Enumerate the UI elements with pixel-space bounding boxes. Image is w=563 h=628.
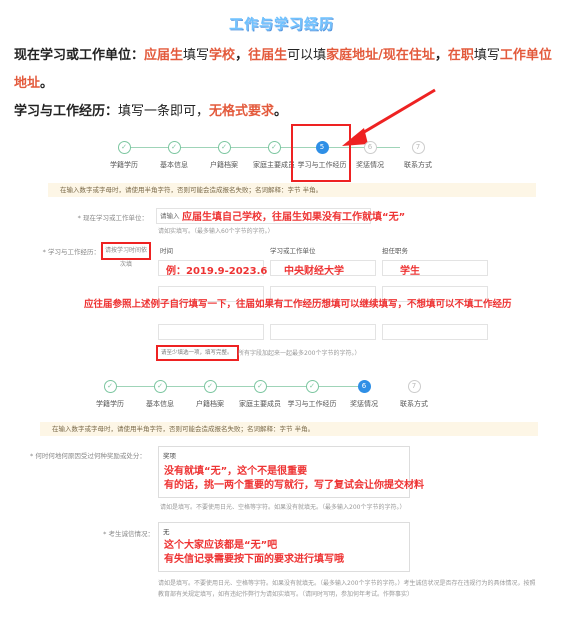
step-5[interactable]: ✓ 学习与工作经历 — [282, 380, 342, 409]
page-title: 工作与学习经历 — [229, 17, 334, 33]
unit-label: * 现在学习或工作单位： — [77, 214, 148, 222]
award-value: 奖项 — [163, 452, 176, 460]
step-label: 联系方式 — [404, 161, 432, 169]
check-icon: ✓ — [253, 380, 267, 393]
intro-line-1: 现在学习或工作单位：应届生填写学校，往届生可以填家庭地址/现在住址，在职填写工作… — [14, 42, 554, 69]
progress-steps-top: ✓ 学籍学历 ✓ 基本信息 ✓ 户籍档案 ✓ 家庭主要成员 5 学习与工作经历 6 奖惩情况… — [102, 141, 442, 181]
intro-line-3: 学习与工作经历：填写一条即可，无格式要求。 — [14, 98, 554, 125]
text-fresh-grad: 应届生 — [144, 48, 184, 63]
job-input-3[interactable] — [382, 324, 488, 340]
text-address-word: 地址 — [14, 76, 41, 91]
text-can-fill: 可以填 — [287, 48, 327, 63]
intro-label-exp: 学习与工作经历： — [14, 104, 119, 119]
check-icon: ✓ — [203, 380, 217, 393]
text-school: 学校 — [209, 48, 236, 63]
text-work-unit: 工作单位 — [499, 48, 552, 63]
step-label: 家庭主要成员 — [253, 161, 295, 169]
job-input-1[interactable] — [382, 260, 488, 276]
check-icon: ✓ — [167, 141, 181, 154]
annotation-example-unit: 中央财经大学 — [284, 266, 344, 277]
notice-banner-bottom: 在输入数字或字母时，请使用半角字符，否则可能会造成报名失败；名词解释：字节 半角… — [40, 422, 538, 436]
step-number: 7 — [407, 380, 421, 393]
unit-input-3[interactable] — [270, 324, 376, 340]
annotation-example-job: 学生 — [400, 266, 420, 277]
check-icon: ✓ — [305, 380, 319, 393]
experience-label: * 学习与工作经历： — [42, 248, 100, 256]
intro-line-2: 地址。 — [14, 70, 554, 97]
step-label: 户籍档案 — [210, 161, 238, 169]
notice-banner-top: 在输入数字或字母时，请使用半角字符，否则可能会造成报名失败；名词解释：字节 半角… — [48, 183, 536, 197]
column-unit: 学习或工作单位 — [270, 247, 316, 255]
step-label: 基本信息 — [146, 400, 174, 408]
text-one-entry: 填写一条即可， — [118, 104, 210, 119]
annotation-guide: 应往届参照上述例子自行填写一下，往届如果有工作经历想填可以继续填写，不想填可以不… — [84, 299, 512, 310]
integrity-hint: 请如是填写。不要使用日光、空格等字符。如果没有就填无。（最多输入200个字节的字… — [158, 580, 536, 598]
step-7[interactable]: 7 联系方式 — [388, 141, 448, 170]
text-no-format: 无格式要求 — [209, 104, 275, 119]
annotation-integrity-2: 有失信记录需要按下面的要求进行填写哦 — [164, 554, 344, 565]
column-job: 担任职务 — [382, 247, 408, 255]
check-icon: ✓ — [103, 380, 117, 393]
annotation-example-time: 例：2019.9-2023.6 — [166, 266, 268, 277]
experience-hint: 所有字段加起来一起最多200个字节的字符。） — [238, 350, 361, 357]
step-label: 基本信息 — [160, 161, 188, 169]
text-employed: 在职 — [447, 48, 474, 63]
step-label: 联系方式 — [400, 400, 428, 408]
check-icon: ✓ — [117, 141, 131, 154]
unit-hint: 请如实填写。（最多输入60个字节的字符。） — [158, 228, 274, 235]
check-icon: ✓ — [267, 141, 281, 154]
experience-hint-box: 请至少填选一项，填写完整。 — [156, 345, 239, 361]
step-label: 学籍学历 — [110, 161, 138, 169]
check-icon: ✓ — [217, 141, 231, 154]
unit-input-value: 请输入 — [160, 212, 180, 220]
annotation-unit: 应届生填自己学校，往届生如果没有工作就填“无” — [182, 212, 406, 223]
step-label: 家庭主要成员 — [239, 400, 281, 408]
text-comma: ， — [235, 48, 249, 63]
award-label: * 何时何地何原因受过何种奖励或处分： — [30, 452, 146, 460]
progress-steps-bottom: ✓ 学籍学历 ✓ 基本信息 ✓ 户籍档案 ✓ 家庭主要成员 ✓ 学习与工作经历 6 奖惩情况… — [80, 380, 460, 420]
highlight-box-current-step — [291, 124, 351, 182]
step-number: 7 — [411, 141, 425, 154]
text-past-grad: 往届生 — [248, 48, 288, 63]
step-label: 学习与工作经历 — [287, 400, 337, 408]
text-fill: 填写 — [183, 48, 210, 63]
text-period: 。 — [40, 76, 54, 91]
annotation-award-2: 有的话，挑一两个重要的写就行，写了复试会让你提交材料 — [164, 480, 424, 491]
step-label: 奖惩情况 — [356, 161, 384, 169]
annotation-award-1: 没有就填“无”，这个不是很重要 — [164, 466, 308, 477]
annotation-integrity-1: 这个大家应该都是“无”吧 — [164, 540, 278, 551]
text-period: 。 — [274, 104, 288, 119]
experience-order-tag: 请按学习时间依次填 — [101, 242, 151, 268]
text-address: 家庭地址/现在住址 — [326, 48, 435, 63]
text-fill: 填写 — [473, 48, 500, 63]
integrity-label: * 考生诚信情况： — [103, 530, 154, 538]
time-input-3[interactable] — [158, 324, 264, 340]
column-time: 时间 — [160, 247, 173, 255]
step-label: 户籍档案 — [196, 400, 224, 408]
text-comma: ， — [434, 48, 448, 63]
intro-label-unit: 现在学习或工作单位： — [14, 48, 145, 63]
step-4[interactable]: ✓ 家庭主要成员 — [230, 380, 290, 409]
step-number: 6 — [363, 141, 377, 154]
step-label: 奖惩情况 — [350, 400, 378, 408]
step-label: 学籍学历 — [96, 400, 124, 408]
step-7[interactable]: 7 联系方式 — [384, 380, 444, 409]
step-number: 6 — [357, 380, 371, 393]
check-icon: ✓ — [153, 380, 167, 393]
award-hint: 请如是填写。不要使用日光、空格等字符。如果没有就填无。（最多输入200个字节的字… — [160, 504, 406, 511]
